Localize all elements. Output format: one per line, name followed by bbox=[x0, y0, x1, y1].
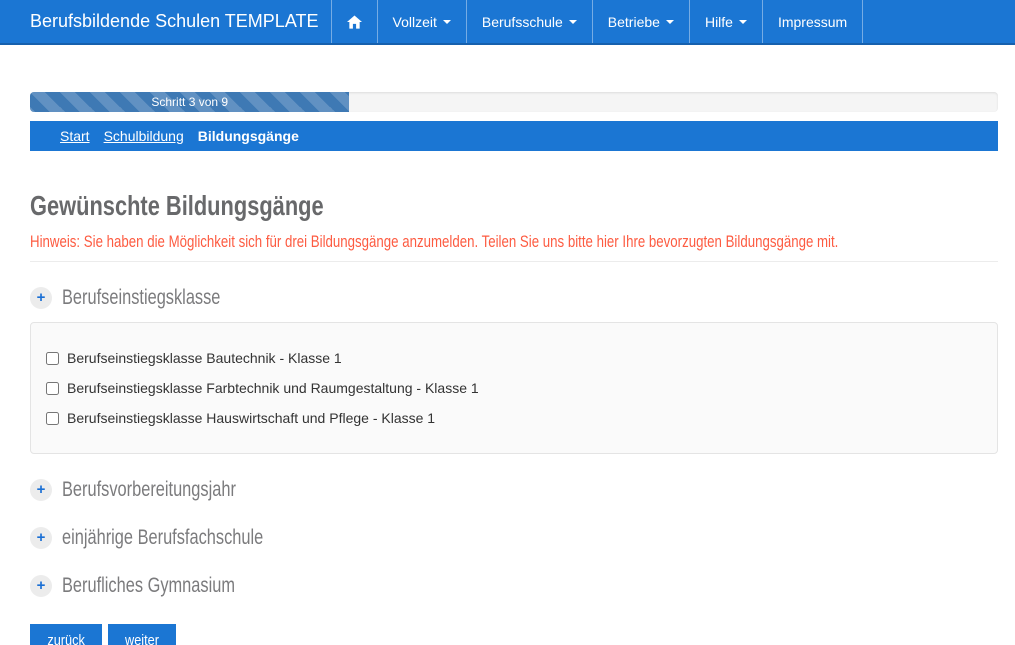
section-title: Berufsvorbereitungsjahr bbox=[62, 478, 285, 502]
breadcrumb: Start Schulbildung Bildungsgänge bbox=[30, 121, 998, 151]
option-row[interactable]: Berufseinstiegsklasse Bautechnik - Klass… bbox=[46, 350, 982, 366]
caret-down-icon bbox=[739, 20, 747, 24]
option-checkbox-hauswirtschaft[interactable] bbox=[46, 412, 59, 425]
option-label: Berufseinstiegsklasse Bautechnik - Klass… bbox=[67, 350, 342, 366]
caret-down-icon bbox=[666, 20, 674, 24]
divider bbox=[30, 261, 998, 262]
options-panel: Berufseinstiegsklasse Bautechnik - Klass… bbox=[30, 322, 998, 454]
caret-down-icon bbox=[569, 20, 577, 24]
nav-vollzeit-label: Vollzeit bbox=[393, 14, 437, 30]
progress-label: Schritt 3 von 9 bbox=[151, 95, 228, 109]
breadcrumb-current: Bildungsgänge bbox=[198, 128, 299, 144]
option-label: Berufseinstiegsklasse Hauswirtschaft und… bbox=[67, 410, 435, 426]
section-title: Berufliches Gymnasium bbox=[62, 574, 284, 598]
nav-hilfe[interactable]: Hilfe bbox=[689, 0, 762, 43]
option-row[interactable]: Berufseinstiegsklasse Farbtechnik und Ra… bbox=[46, 380, 982, 396]
home-icon bbox=[347, 15, 362, 29]
hint-text: Hinweis: Sie haben die Möglichkeit sich … bbox=[30, 232, 998, 252]
nav-home[interactable] bbox=[331, 0, 377, 43]
nav-vollzeit[interactable]: Vollzeit bbox=[377, 0, 466, 43]
page-title: Gewünschte Bildungsgänge bbox=[30, 191, 998, 221]
section-toggle-einjaehrige-berufsfachschule[interactable]: + einjährige Berufsfachschule bbox=[30, 526, 998, 550]
plus-icon[interactable]: + bbox=[30, 479, 52, 501]
progress-bar: Schritt 3 von 9 bbox=[30, 92, 349, 112]
nav-berufsschule[interactable]: Berufsschule bbox=[466, 0, 592, 43]
nav-impressum[interactable]: Impressum bbox=[762, 0, 863, 43]
nav-betriebe-label: Betriebe bbox=[608, 14, 660, 30]
app-brand: Berufsbildende Schulen TEMPLATE bbox=[30, 0, 331, 43]
nav-betriebe[interactable]: Betriebe bbox=[592, 0, 689, 43]
progress-track: Schritt 3 von 9 bbox=[30, 92, 998, 112]
nav-hilfe-label: Hilfe bbox=[705, 14, 733, 30]
option-row[interactable]: Berufseinstiegsklasse Hauswirtschaft und… bbox=[46, 410, 982, 426]
plus-icon[interactable]: + bbox=[30, 527, 52, 549]
section-toggle-berufsvorbereitungsjahr[interactable]: + Berufsvorbereitungsjahr bbox=[30, 478, 998, 502]
breadcrumb-schulbildung[interactable]: Schulbildung bbox=[104, 128, 184, 144]
section-title: einjährige Berufsfachschule bbox=[62, 526, 320, 550]
plus-icon[interactable]: + bbox=[30, 575, 52, 597]
nav-berufsschule-label: Berufsschule bbox=[482, 14, 563, 30]
section-toggle-berufliches-gymnasium[interactable]: + Berufliches Gymnasium bbox=[30, 574, 998, 598]
option-label: Berufseinstiegsklasse Farbtechnik und Ra… bbox=[67, 380, 479, 396]
top-navbar: Berufsbildende Schulen TEMPLATE Vollzeit… bbox=[0, 0, 1015, 45]
section-title: Berufseinstiegsklasse bbox=[62, 286, 265, 310]
option-checkbox-farbtechnik[interactable] bbox=[46, 382, 59, 395]
option-checkbox-bautechnik[interactable] bbox=[46, 352, 59, 365]
plus-icon[interactable]: + bbox=[30, 287, 52, 309]
section-toggle-berufseinstiegsklasse[interactable]: + Berufseinstiegsklasse bbox=[30, 286, 998, 310]
back-button[interactable]: zurück bbox=[30, 624, 102, 645]
nav-impressum-label: Impressum bbox=[778, 14, 847, 30]
caret-down-icon bbox=[443, 20, 451, 24]
breadcrumb-start[interactable]: Start bbox=[60, 128, 90, 144]
next-button[interactable]: weiter bbox=[108, 624, 176, 645]
